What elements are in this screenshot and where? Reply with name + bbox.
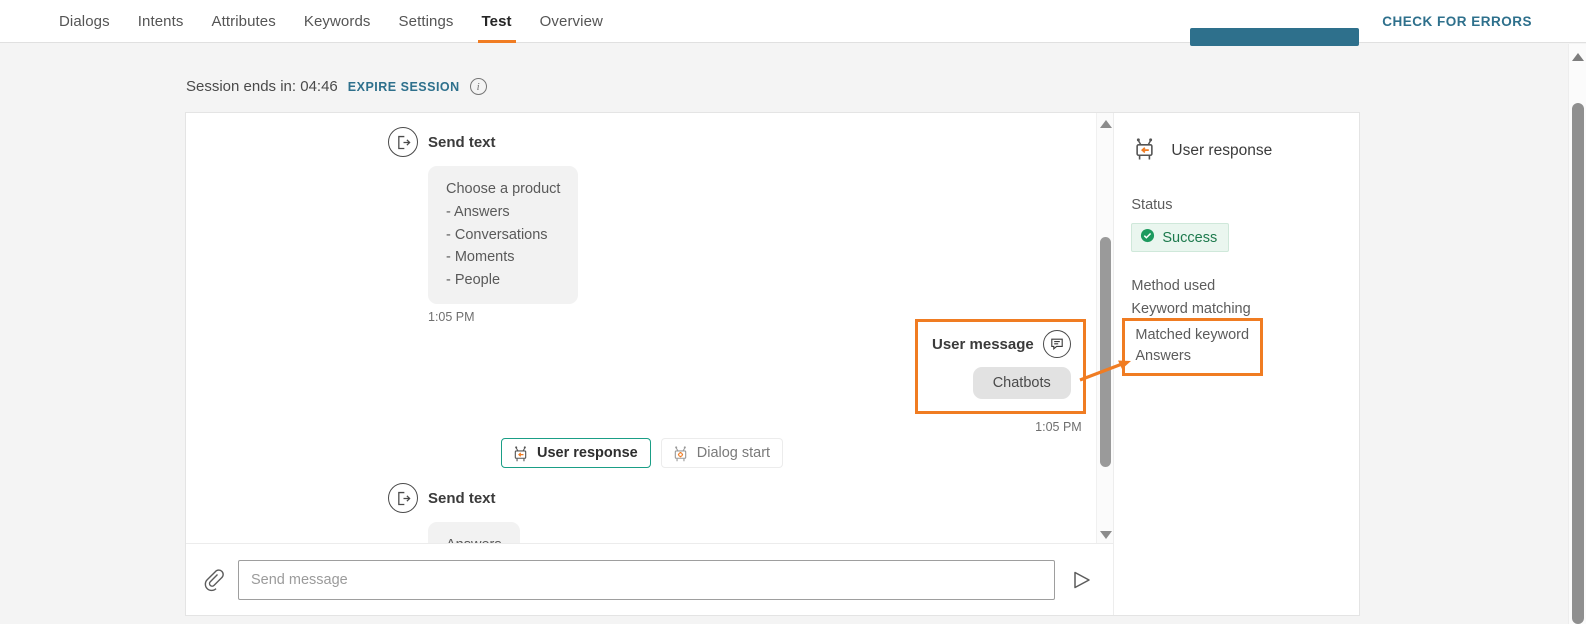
session-timer-text: Session ends in: 04:46 (186, 78, 338, 95)
chat-transcript: Send text Choose a product - Answers - C… (186, 113, 1114, 545)
bot-message-time: 1:05 PM (428, 309, 475, 324)
test-console-card: Send text Choose a product - Answers - C… (185, 112, 1360, 616)
user-message-time: 1:05 PM (1035, 420, 1082, 434)
app-window: Dialogs Intents Attributes Keywords Sett… (0, 0, 1586, 624)
tab-keywords[interactable]: Keywords (290, 0, 385, 43)
send-message-input[interactable] (238, 559, 1055, 600)
user-message-highlight-box: User message Chatbots (915, 319, 1086, 414)
tab-attributes[interactable]: Attributes (197, 0, 289, 43)
chat-scrollbar-thumb[interactable] (1100, 237, 1112, 467)
bot-message-2-header: Send text (388, 483, 520, 513)
scroll-up-arrow-icon[interactable] (1097, 115, 1113, 132)
tab-label: Intents (137, 12, 184, 30)
detail-panel: User response Status Success Method used… (1113, 113, 1359, 615)
chip-label: Dialog start (696, 445, 771, 461)
chip-label: User response (537, 445, 638, 461)
tab-label: Attributes (211, 12, 276, 30)
matched-keyword-highlight-box: Matched keyword Answers (1122, 318, 1264, 376)
scroll-down-arrow-icon[interactable] (1097, 526, 1113, 543)
robot-response-icon (514, 445, 527, 461)
method-used-value: Keyword matching (1131, 301, 1251, 317)
bot-message-2: Send text Answers (388, 483, 520, 545)
attachment-icon[interactable] (202, 567, 224, 593)
node-chip-row: User response Dialog start (501, 438, 784, 468)
bot-message-title: Send text (428, 133, 496, 151)
user-message-bubble: Chatbots (972, 367, 1071, 399)
user-message-icon (1042, 330, 1071, 358)
detail-panel-header: User response (1131, 135, 1359, 167)
page-scrollbar[interactable] (1568, 44, 1586, 624)
primary-action-button-clipped[interactable] (1190, 28, 1359, 46)
user-message-header: User message (932, 330, 1071, 358)
send-icon[interactable] (1069, 567, 1095, 593)
page-scroll-up-arrow-icon[interactable] (1569, 50, 1586, 64)
tab-label: Keywords (303, 12, 371, 30)
chip-dialog-start[interactable]: Dialog start (660, 438, 784, 468)
bot-message-2-title: Send text (428, 489, 496, 507)
expire-session-button[interactable]: EXPIRE SESSION (348, 80, 460, 94)
tab-label: Settings (398, 12, 454, 30)
tab-label: Overview (539, 12, 603, 30)
bot-message-2-bubble: Answers (428, 522, 520, 545)
bot-message-header: Send text (388, 127, 578, 157)
success-check-icon (1140, 228, 1155, 247)
info-icon[interactable]: i (469, 78, 487, 95)
robot-response-icon (1131, 135, 1158, 167)
send-text-icon (388, 483, 418, 513)
tab-intents[interactable]: Intents (124, 0, 198, 43)
session-bar: Session ends in: 04:46 EXPIRE SESSION i (186, 78, 487, 95)
chat-scrollbar[interactable] (1096, 113, 1114, 545)
robot-start-icon (674, 445, 686, 461)
page-scrollbar-thumb[interactable] (1572, 103, 1584, 624)
status-value: Success (1162, 229, 1218, 246)
matched-keyword-label: Matched keyword (1135, 327, 1250, 343)
matched-keyword-value: Answers (1135, 348, 1191, 364)
user-message-title: User message (932, 335, 1034, 353)
status-badge: Success (1131, 223, 1230, 252)
chat-column: Send text Choose a product - Answers - C… (186, 113, 1115, 615)
check-for-errors-button[interactable]: CHECK FOR ERRORS (1382, 0, 1532, 43)
detail-panel-title: User response (1171, 142, 1273, 159)
tab-list: Dialogs Intents Attributes Keywords Sett… (45, 0, 617, 43)
send-text-icon (388, 127, 418, 157)
method-used-label: Method used (1131, 278, 1216, 294)
tab-settings[interactable]: Settings (385, 0, 468, 43)
bot-message-bubble: Choose a product - Answers - Conversatio… (428, 166, 579, 304)
tab-label: Test (481, 12, 512, 30)
tab-dialogs[interactable]: Dialogs (45, 0, 124, 43)
tab-label: Dialogs (59, 12, 110, 30)
tab-test[interactable]: Test (468, 0, 526, 43)
tab-overview[interactable]: Overview (526, 0, 617, 43)
user-message-block: User message Chatbots 1:05 PM (915, 319, 1086, 434)
message-composer (186, 543, 1115, 615)
status-label: Status (1131, 197, 1173, 213)
check-for-errors-label: CHECK FOR ERRORS (1382, 14, 1532, 29)
bot-message: Send text Choose a product - Answers - C… (388, 127, 579, 324)
chip-user-response[interactable]: User response (501, 438, 651, 468)
